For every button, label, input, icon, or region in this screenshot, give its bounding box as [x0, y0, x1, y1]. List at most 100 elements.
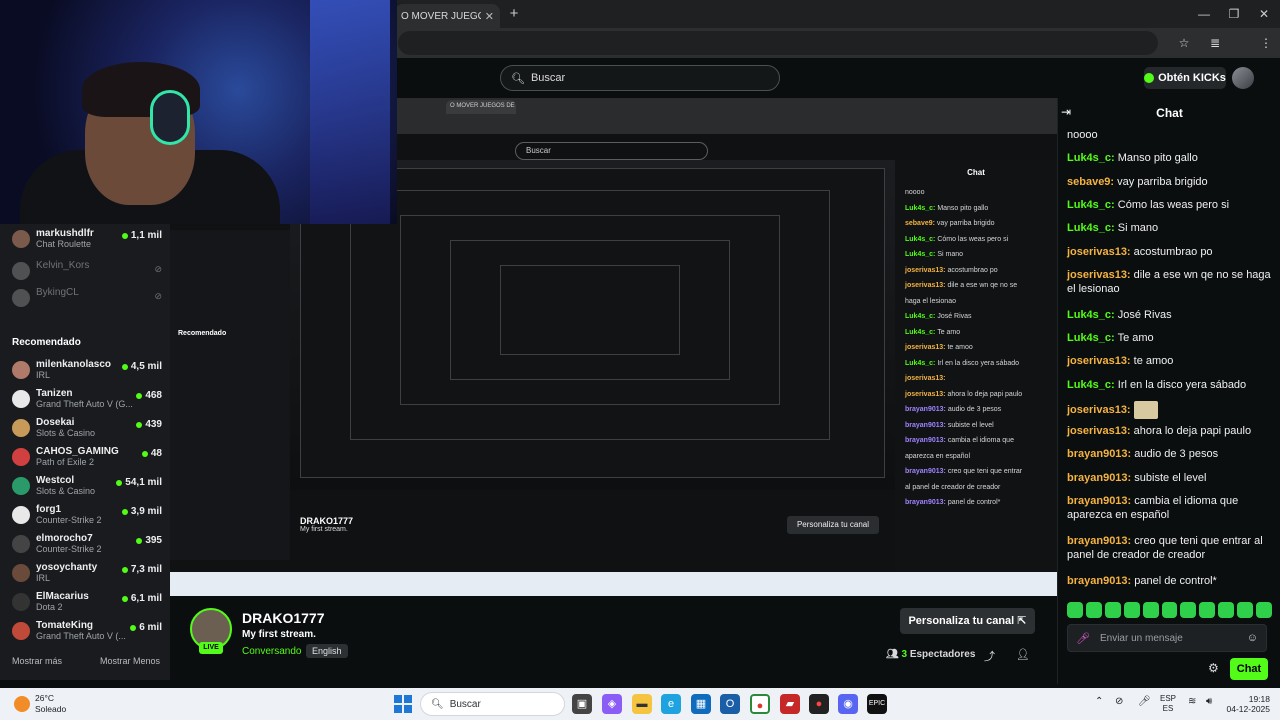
chat-username[interactable]: Luk4s_c:: [1067, 222, 1115, 234]
sidebar-channel-rec-1[interactable]: Tanizen Grand Theft Auto V (G... 468: [12, 388, 162, 416]
chat-username[interactable]: brayan9013:: [1067, 575, 1131, 587]
user-avatar[interactable]: [1232, 67, 1254, 89]
face-emote-icon[interactable]: [1237, 602, 1254, 618]
taskbar-search[interactable]: 🔍︎ Buscar: [420, 692, 565, 716]
language-tag[interactable]: English: [306, 644, 348, 658]
sidebar-channel-rec-9[interactable]: TomateKing Grand Theft Auto V (... 6 mil: [12, 620, 162, 648]
temperature: 26°C: [35, 693, 54, 703]
show-less-link[interactable]: Mostrar Menos: [100, 656, 160, 666]
epic-games-icon[interactable]: EPIC: [867, 694, 887, 714]
chat-username[interactable]: Luk4s_c:: [1067, 379, 1115, 391]
sidebar-channel-1[interactable]: Kelvin_Kors ⊘: [12, 260, 162, 288]
green-emote-icon-2[interactable]: [1142, 602, 1159, 618]
add-user-icon[interactable]: 👤︎: [1016, 648, 1030, 661]
chat-username[interactable]: joserivas13:: [1067, 355, 1131, 367]
chat-username[interactable]: Luk4s_c:: [1067, 152, 1115, 164]
language-indicator[interactable]: ESP ES: [1160, 694, 1176, 714]
channel-info: TomateKing Grand Theft Auto V (...: [36, 620, 130, 641]
search-input[interactable]: 🔍︎ Buscar: [500, 65, 780, 91]
chat-username[interactable]: sebave9:: [1067, 176, 1114, 188]
reading-list-icon[interactable]: ≣: [1205, 33, 1225, 53]
bookmark-star-icon[interactable]: ☆: [1174, 33, 1194, 53]
task-view-icon[interactable]: ▣: [572, 694, 592, 714]
sidebar-channel-0[interactable]: markushdlfr Chat Roulette 1,1 mil: [12, 228, 162, 256]
chat-username[interactable]: joserivas13:: [1067, 404, 1131, 416]
store-icon[interactable]: ▦: [691, 694, 711, 714]
nested-chat-text: te amoo: [947, 344, 973, 351]
get-kicks-button[interactable]: Obtén KICKs: [1144, 67, 1226, 89]
file-explorer-icon[interactable]: ▬: [632, 694, 652, 714]
sidebar-channel-rec-6[interactable]: elmorocho7 Counter-Strike 2 395: [12, 533, 162, 561]
chat-username[interactable]: brayan9013:: [1067, 472, 1131, 484]
nested-chat-text: acostumbrao po: [947, 266, 998, 274]
sidebar-channel-rec-2[interactable]: Dosekai Slots & Casino 439: [12, 417, 162, 445]
url-field[interactable]: [398, 31, 1158, 55]
chat-username[interactable]: joserivas13:: [1067, 246, 1131, 258]
volume-icon[interactable]: 🔊︎: [1206, 696, 1212, 707]
customize-channel-button[interactable]: Personaliza tu canal ⇱: [900, 608, 1035, 634]
green-emote-icon-6[interactable]: [1218, 602, 1235, 618]
sidebar-channel-rec-8[interactable]: ElMacarius Dota 2 6,1 mil: [12, 591, 162, 619]
green-emote-icon-4[interactable]: [1180, 602, 1197, 618]
chat-message-input[interactable]: 🎤︎ Enviar un mensaje ☺: [1067, 624, 1267, 652]
gear-icon[interactable]: ⚙: [1208, 661, 1219, 675]
channel-avatar: [12, 230, 30, 248]
sidebar-channel-rec-4[interactable]: Westcol Slots & Casino 54,1 mil: [12, 475, 162, 503]
viewer-number: 3: [901, 649, 908, 660]
microphone-icon[interactable]: 🎤︎: [1076, 632, 1090, 645]
new-tab-button[interactable]: +: [504, 4, 524, 24]
minimize-icon[interactable]: —: [1189, 4, 1219, 24]
chat-username[interactable]: brayan9013:: [1067, 448, 1131, 460]
chat-username[interactable]: brayan9013:: [1067, 495, 1131, 507]
window-close-icon[interactable]: ✕: [1249, 4, 1279, 24]
sidebar-channel-rec-0[interactable]: milenkanolasco IRL 4,5 mil: [12, 359, 162, 387]
sidebar-channel-2[interactable]: BykingCL ⊘: [12, 287, 162, 315]
discord-icon[interactable]: ◉: [838, 694, 858, 714]
chat-text: José Rivas: [1117, 308, 1172, 321]
emoji-icon[interactable]: ☺: [1247, 632, 1258, 644]
app-icon-red[interactable]: ▰: [780, 694, 800, 714]
show-more-link[interactable]: Mostrar más: [12, 656, 62, 666]
chat-send-button[interactable]: Chat: [1230, 658, 1268, 680]
show-hidden-icons-icon[interactable]: ⌃: [1095, 696, 1103, 707]
green-emote-icon-3[interactable]: [1161, 602, 1178, 618]
outlook-icon[interactable]: O: [720, 694, 740, 714]
windows-start-icon[interactable]: [394, 695, 412, 713]
app-icon-dark[interactable]: ●: [809, 694, 829, 714]
hands-emote-icon[interactable]: [1067, 602, 1083, 618]
chat-username[interactable]: brayan9013:: [1067, 535, 1131, 547]
green-emote-icon-5[interactable]: [1199, 602, 1216, 618]
browser-tab[interactable]: O MOVER JUEGOS DE ✕: [395, 4, 500, 28]
sidebar-channel-rec-3[interactable]: CAHOS_GAMING Path of Exile 2 48: [12, 446, 162, 474]
chrome-icon[interactable]: ●: [750, 694, 770, 714]
nested-chat: Chat noooo Luk4s_c: Manso pito gallo sebav…: [895, 160, 1057, 596]
channel-category: Path of Exile 2: [36, 457, 95, 467]
microphone-tray-icon[interactable]: 🎤︎: [1138, 696, 1151, 707]
wifi-icon[interactable]: ≋: [1188, 696, 1196, 707]
clock[interactable]: 19:18 04-12-2025: [1224, 694, 1270, 714]
share-icon[interactable]: ⤴: [984, 648, 995, 664]
sidebar-channel-rec-5[interactable]: forg1 Counter-Strike 2 3,9 mil: [12, 504, 162, 532]
network-off-icon[interactable]: ⊘: [1115, 696, 1123, 707]
restore-icon[interactable]: ❐: [1219, 4, 1249, 24]
close-tab-icon[interactable]: ✕: [485, 10, 494, 23]
box-emote-icon[interactable]: [1104, 602, 1121, 618]
browser-menu-icon[interactable]: ⋮: [1256, 33, 1276, 53]
nested-chat-user: joserivas13:: [905, 282, 946, 289]
edge-icon[interactable]: e: [661, 694, 681, 714]
chat-username[interactable]: Luk4s_c:: [1067, 309, 1115, 321]
nested-chat-text: José Rivas: [937, 313, 972, 320]
green-emote-icon-1[interactable]: [1085, 602, 1102, 618]
weather-widget[interactable]: 26°C Soleado: [14, 693, 66, 715]
chat-username[interactable]: joserivas13:: [1067, 269, 1131, 281]
streamer-name[interactable]: DRAKO1777: [242, 610, 324, 626]
chat-username[interactable]: Luk4s_c:: [1067, 332, 1115, 344]
chat-username[interactable]: joserivas13:: [1067, 425, 1131, 437]
widgets-icon[interactable]: ◈: [602, 694, 622, 714]
stream-info: LIVE DRAKO1777 My first stream. Conversa…: [170, 596, 1057, 684]
stream-category[interactable]: Conversando: [242, 646, 301, 657]
ball-emote-icon[interactable]: [1123, 602, 1140, 618]
chat-username[interactable]: Luk4s_c:: [1067, 199, 1115, 211]
green-emote-icon-7[interactable]: [1256, 602, 1272, 618]
sidebar-channel-rec-7[interactable]: yosoychanty IRL 7,3 mil: [12, 562, 162, 590]
